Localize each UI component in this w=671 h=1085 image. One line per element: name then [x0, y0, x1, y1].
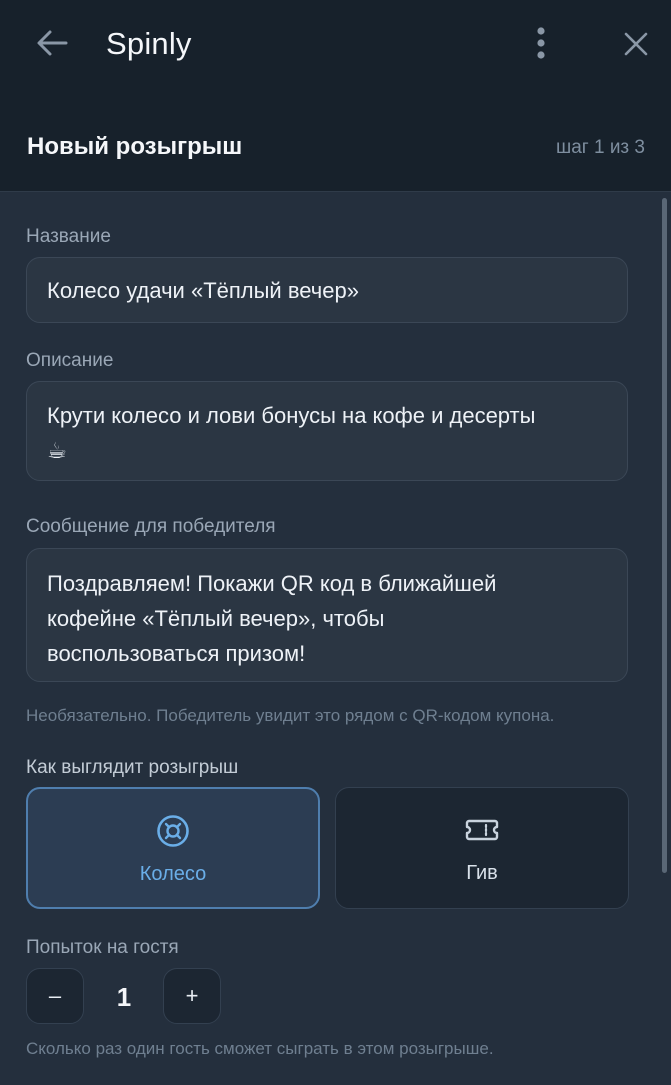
winner-message-line-3: воспользоваться призом! — [47, 641, 306, 666]
scrollbar[interactable] — [662, 198, 667, 873]
arrow-left-icon — [37, 30, 68, 56]
description-line-2: ☕ — [47, 438, 67, 463]
top-bar: Spinly — [0, 0, 671, 88]
description-label: Описание — [26, 350, 114, 371]
description-input[interactable]: Крути колесо и лови бонусы на кофе и дес… — [26, 381, 628, 481]
type-option-giveaway-label: Гив — [466, 862, 498, 884]
more-vertical-icon — [537, 27, 545, 59]
back-button[interactable] — [30, 22, 74, 66]
attempts-decrement-button[interactable]: – — [26, 968, 84, 1024]
description-line-1: Крути колесо и лови бонусы на кофе и дес… — [47, 403, 536, 428]
step-indicator: шаг 1 из 3 — [555, 137, 645, 158]
app-title: Spinly — [106, 26, 192, 61]
winner-message-hint: Необязательно. Победитель увидит это ряд… — [26, 706, 555, 725]
attempts-increment-button[interactable]: + — [163, 968, 221, 1024]
name-input[interactable]: Колесо удачи «Тёплый вечер» — [26, 257, 628, 323]
type-option-wheel[interactable]: Колесо — [26, 787, 320, 909]
winner-message-label: Сообщение для победителя — [26, 516, 276, 537]
page-header: Новый розыгрыш шаг 1 из 3 — [0, 88, 671, 192]
wheel-icon — [157, 815, 189, 847]
attempts-hint: Сколько раз один гость сможет сыграть в … — [26, 1039, 494, 1058]
name-input-value: Колесо удачи «Тёплый вечер» — [47, 278, 359, 303]
type-option-wheel-label: Колесо — [139, 863, 207, 885]
winner-message-line-1: Поздравляем! Покажи QR код в ближайшей — [47, 571, 497, 596]
appearance-label: Как выглядит розыгрыш — [26, 757, 239, 778]
attempts-label: Попыток на гостя — [26, 937, 179, 958]
winner-message-input[interactable]: Поздравляем! Покажи QR код в ближайшей к… — [26, 548, 628, 682]
winner-message-line-2: кофейне «Тёплый вечер», чтобы — [47, 606, 385, 631]
page-title: Новый розыгрыш — [27, 133, 243, 160]
close-button[interactable] — [617, 24, 655, 64]
more-menu-button[interactable] — [524, 22, 558, 66]
close-icon — [624, 32, 648, 56]
attempts-value: 1 — [116, 982, 132, 1012]
ticket-icon — [465, 819, 499, 841]
type-option-giveaway[interactable]: Гив — [335, 787, 629, 909]
name-label: Название — [26, 226, 111, 247]
